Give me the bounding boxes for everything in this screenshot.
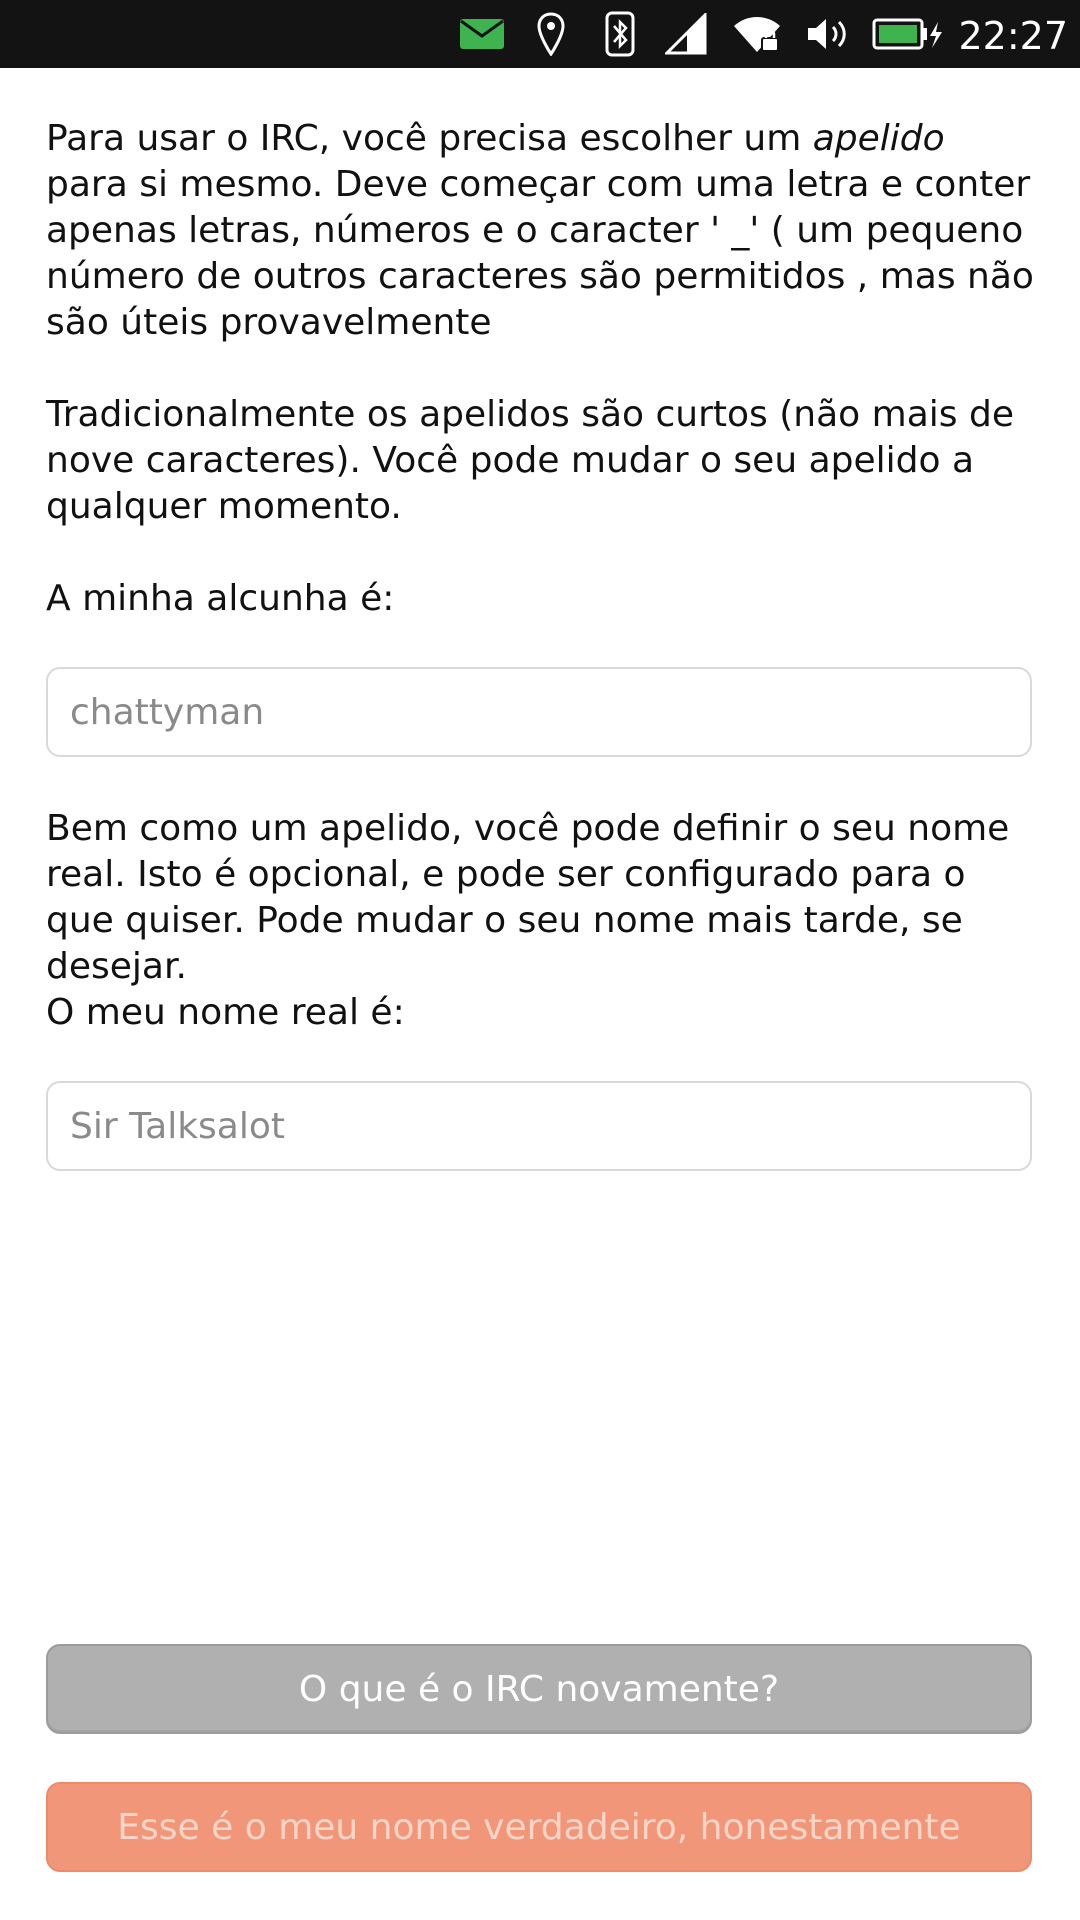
realname-input[interactable] [46,1081,1032,1171]
confirm-name-button-label: Esse é o meu nome verdadeiro, honestamen… [117,1806,961,1848]
nickname-input[interactable] [46,667,1032,757]
intro-text-part1: Para usar o IRC, você precisa escolher u… [46,118,813,159]
cellular-signal-icon [664,0,708,68]
realname-info-paragraph: Bem como um apelido, você pode definir o… [46,808,1010,987]
intro-emphasis: apelido [812,118,945,159]
what-is-irc-button[interactable]: O que é o IRC novamente? [46,1644,1032,1734]
mail-icon [458,0,506,68]
intro-text-part2: para si mesmo. Deve começar com uma letr… [46,164,1034,343]
what-is-irc-button-label: O que é o IRC novamente? [298,1668,780,1710]
intro-paragraph: Para usar o IRC, você precisa escolher u… [46,116,1036,346]
nickname-label: A minha alcunha é: [46,578,395,619]
clock: 22:27 [958,14,1068,58]
realname-label: O meu nome real é: [46,992,405,1033]
bluetooth-icon [604,0,636,68]
confirm-name-button[interactable]: Esse é o meu nome verdadeiro, honestamen… [46,1782,1032,1872]
status-bar: 22:27 [0,0,1080,68]
tradition-paragraph: Tradicionalmente os apelidos são curtos … [46,394,1014,527]
wifi-locked-icon [732,0,782,68]
battery-charging-icon [872,0,944,68]
volume-icon [806,0,850,68]
location-pin-icon [536,0,566,68]
